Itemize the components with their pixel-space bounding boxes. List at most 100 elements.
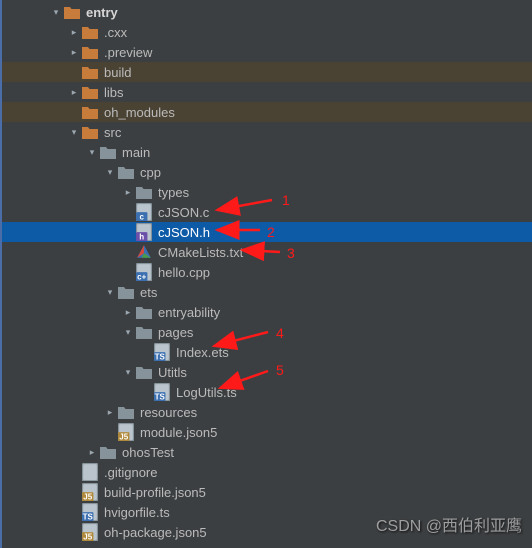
tree-row[interactable]: ▸ccJSON.c (2, 202, 532, 222)
svg-text:TS: TS (83, 512, 94, 521)
file-icon: c+ (136, 264, 152, 280)
tree-label: build (104, 65, 131, 80)
tree-row[interactable]: ▸build (2, 62, 532, 82)
chevron-down-icon[interactable]: ▾ (86, 147, 98, 158)
svg-text:c: c (139, 212, 144, 221)
tree-row[interactable]: ▸ resources (2, 402, 532, 422)
folder-icon (82, 64, 98, 80)
tree-label: libs (104, 85, 124, 100)
folder-icon (136, 364, 152, 380)
tree-label: LogUtils.ts (176, 385, 237, 400)
tree-row[interactable]: ▸TSLogUtils.ts (2, 382, 532, 402)
tree-row[interactable]: ▸ libs (2, 82, 532, 102)
tree-label: cJSON.h (158, 225, 210, 240)
tree-label: module.json5 (140, 425, 217, 440)
chevron-right-icon[interactable]: ▸ (86, 447, 98, 458)
tree-label: oh_modules (104, 105, 175, 120)
file-icon: TS (154, 344, 170, 360)
tree-row[interactable]: ▸oh_modules (2, 102, 532, 122)
chevron-right-icon[interactable]: ▸ (68, 87, 80, 98)
tree-row[interactable]: ▸ entryability (2, 302, 532, 322)
file-icon (136, 244, 152, 260)
chevron-right-icon[interactable]: ▸ (68, 47, 80, 58)
chevron-right-icon[interactable]: ▸ (68, 27, 80, 38)
file-icon: TS (154, 384, 170, 400)
tree-row[interactable]: ▸c+hello.cpp (2, 262, 532, 282)
chevron-down-icon[interactable]: ▾ (50, 7, 62, 18)
tree-row[interactable]: ▸J5oh-package.json5 (2, 522, 532, 542)
tree-row[interactable]: ▸ ohosTest (2, 442, 532, 462)
chevron-down-icon[interactable]: ▾ (104, 167, 116, 178)
tree-row[interactable]: ▾ main (2, 142, 532, 162)
tree-label: entryability (158, 305, 220, 320)
chevron-down-icon[interactable]: ▾ (122, 327, 134, 338)
chevron-down-icon[interactable]: ▾ (68, 127, 80, 138)
folder-icon (136, 184, 152, 200)
folder-icon (82, 124, 98, 140)
tree-label: ets (140, 285, 157, 300)
chevron-right-icon[interactable]: ▸ (122, 307, 134, 318)
tree-row[interactable]: ▸.gitignore (2, 462, 532, 482)
tree-row[interactable]: ▾ entry (2, 2, 532, 22)
tree-label: Index.ets (176, 345, 229, 360)
tree-row[interactable]: ▸ .preview (2, 42, 532, 62)
folder-icon (82, 104, 98, 120)
file-tree: ▾entry▸.cxx▸.preview▸build▸libs▸oh_modul… (2, 0, 532, 542)
tree-label: .gitignore (104, 465, 157, 480)
tree-label: CMakeLists.txt (158, 245, 243, 260)
tree-label: main (122, 145, 150, 160)
tree-row[interactable]: ▸TSIndex.ets (2, 342, 532, 362)
tree-row[interactable]: ▾ Utitls (2, 362, 532, 382)
folder-icon (118, 164, 134, 180)
chevron-down-icon[interactable]: ▾ (104, 287, 116, 298)
folder-icon (118, 284, 134, 300)
folder-icon (82, 44, 98, 60)
chevron-down-icon[interactable]: ▾ (122, 367, 134, 378)
svg-text:TS: TS (155, 352, 166, 361)
svg-text:J5: J5 (119, 432, 128, 441)
tree-row[interactable]: ▸CMakeLists.txt (2, 242, 532, 262)
tree-label: src (104, 125, 121, 140)
tree-label: cpp (140, 165, 161, 180)
folder-icon (136, 324, 152, 340)
file-icon: J5 (82, 524, 98, 540)
folder-icon (100, 444, 116, 460)
file-icon: J5 (118, 424, 134, 440)
file-icon (82, 464, 98, 480)
tree-row[interactable]: ▾ pages (2, 322, 532, 342)
tree-label: types (158, 185, 189, 200)
tree-label: .cxx (104, 25, 127, 40)
tree-label: resources (140, 405, 197, 420)
tree-row[interactable]: ▾ ets (2, 282, 532, 302)
chevron-right-icon[interactable]: ▸ (122, 187, 134, 198)
svg-text:h: h (139, 232, 144, 241)
tree-row[interactable]: ▸TShvigorfile.ts (2, 502, 532, 522)
folder-icon (82, 24, 98, 40)
tree-label: build-profile.json5 (104, 485, 206, 500)
tree-label: Utitls (158, 365, 187, 380)
tree-label: hvigorfile.ts (104, 505, 170, 520)
file-icon: J5 (82, 484, 98, 500)
chevron-right-icon[interactable]: ▸ (104, 407, 116, 418)
folder-icon (136, 304, 152, 320)
tree-label: .preview (104, 45, 152, 60)
tree-label: cJSON.c (158, 205, 209, 220)
tree-row[interactable]: ▾ src (2, 122, 532, 142)
tree-row[interactable]: ▸ types (2, 182, 532, 202)
svg-text:J5: J5 (83, 532, 92, 541)
tree-row[interactable]: ▸J5build-profile.json5 (2, 482, 532, 502)
file-icon: h (136, 224, 152, 240)
tree-row[interactable]: ▾ cpp (2, 162, 532, 182)
svg-text:J5: J5 (83, 492, 92, 501)
file-icon: c (136, 204, 152, 220)
tree-label: oh-package.json5 (104, 525, 207, 540)
tree-label: pages (158, 325, 193, 340)
folder-icon (64, 4, 80, 20)
tree-label: ohosTest (122, 445, 174, 460)
tree-row[interactable]: ▸ .cxx (2, 22, 532, 42)
folder-icon (82, 84, 98, 100)
tree-row[interactable]: ▸hcJSON.h (2, 222, 532, 242)
tree-row[interactable]: ▸J5module.json5 (2, 422, 532, 442)
tree-label: entry (86, 5, 118, 20)
svg-text:TS: TS (155, 392, 166, 401)
